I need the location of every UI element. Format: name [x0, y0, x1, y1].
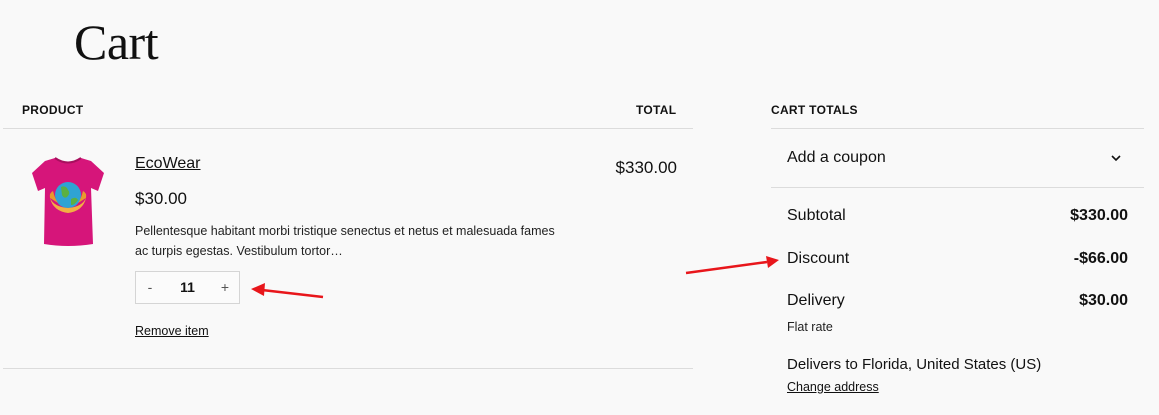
- totals-header-divider: [771, 128, 1144, 129]
- discount-label: Discount: [787, 250, 850, 267]
- delivery-label: Delivery: [787, 292, 845, 309]
- chevron-down-icon: [1111, 155, 1121, 162]
- increase-quantity-button[interactable]: +: [211, 272, 239, 303]
- quantity-input[interactable]: [164, 272, 211, 303]
- delivery-destination: Delivers to Florida, United States (US): [787, 356, 1042, 373]
- arrow-to-discount-icon: [685, 256, 779, 275]
- decrease-quantity-button[interactable]: -: [136, 272, 164, 303]
- delivery-method: Flat rate: [787, 320, 833, 334]
- product-header-divider: [3, 128, 693, 129]
- cart-item-divider: [3, 368, 693, 369]
- cart-totals-header: CART TOTALS: [771, 103, 858, 117]
- product-column-header: PRODUCT: [22, 103, 84, 117]
- quantity-stepper: - +: [135, 271, 240, 304]
- change-address-link[interactable]: Change address: [787, 380, 879, 394]
- add-coupon-toggle[interactable]: Add a coupon: [787, 149, 1128, 169]
- subtotal-label: Subtotal: [787, 207, 846, 224]
- subtotal-value: $330.00: [1070, 207, 1128, 224]
- product-name-link[interactable]: EcoWear: [135, 155, 201, 173]
- line-total: $330.00: [615, 158, 677, 177]
- arrow-to-quantity-icon: [251, 283, 324, 299]
- page-title: Cart: [74, 14, 159, 70]
- discount-value: -$66.00: [1073, 250, 1128, 267]
- coupon-divider: [771, 187, 1144, 188]
- product-description: Pellentesque habitant morbi tristique se…: [135, 224, 555, 258]
- coupon-label: Add a coupon: [787, 149, 886, 166]
- remove-item-link[interactable]: Remove item: [135, 324, 209, 338]
- tshirt-icon[interactable]: [31, 155, 105, 250]
- product-unit-price: $30.00: [135, 189, 187, 208]
- total-column-header: TOTAL: [636, 103, 677, 117]
- delivery-value: $30.00: [1079, 292, 1128, 309]
- cart-page: Cart PRODUCT TOTAL CART TOTALS EcoWear $…: [0, 0, 1159, 415]
